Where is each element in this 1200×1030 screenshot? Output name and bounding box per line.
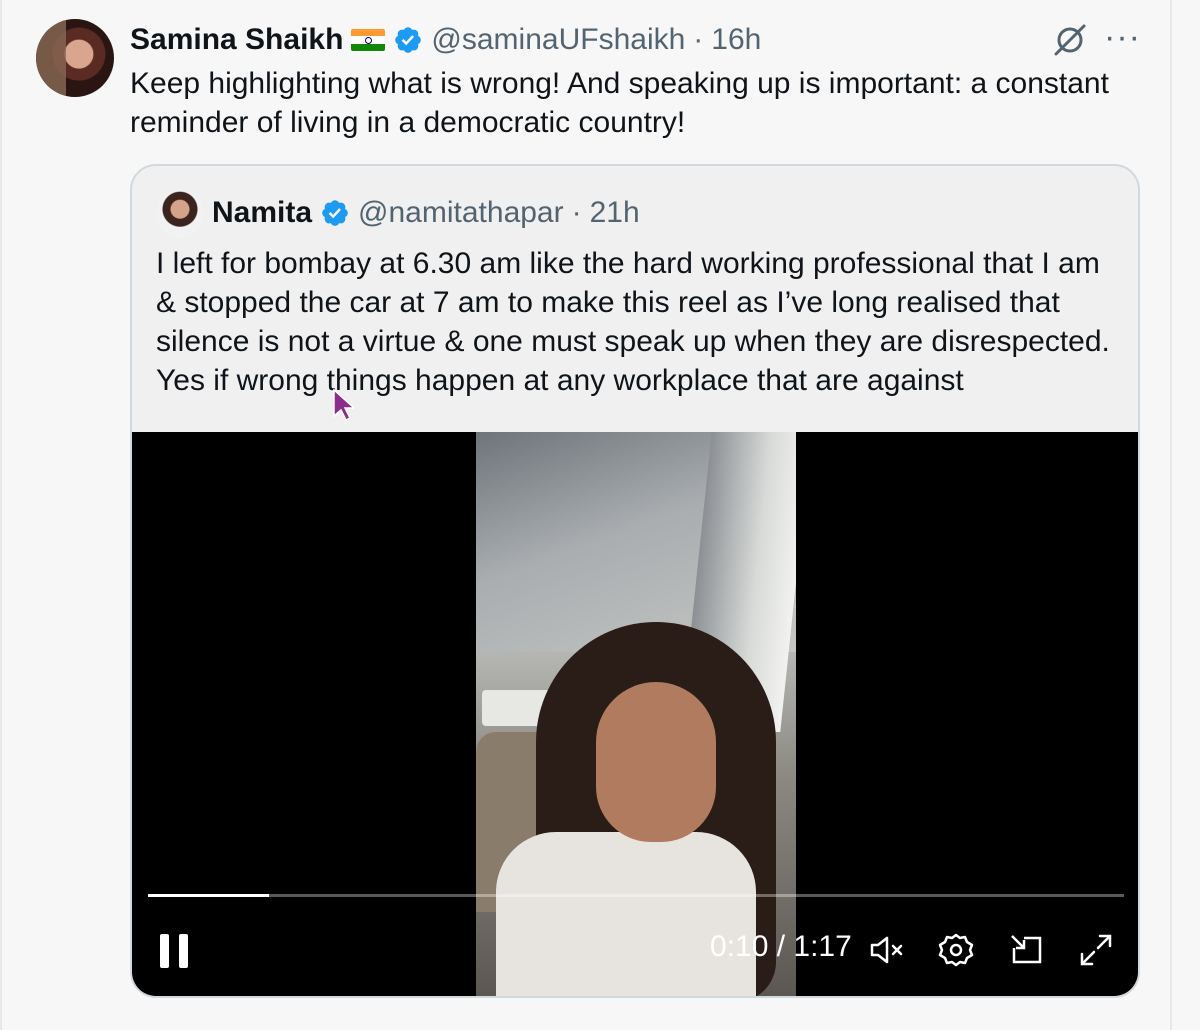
mouse-cursor-icon [333,388,354,422]
india-flag-icon [351,29,386,51]
video-time: 0:10 / 1:17 [710,930,852,964]
mute-icon[interactable] [866,930,906,970]
video-current-time: 0:10 [710,930,769,963]
video-progress-bar[interactable] [148,894,1124,897]
quoted-tweet-timestamp[interactable]: 21h [590,196,640,230]
author-avatar[interactable] [36,19,114,97]
quoted-tweet-header: Namita @namitathapar · 21h [212,192,640,234]
tweet-timestamp[interactable]: 16h [711,23,761,57]
quoted-author-handle[interactable]: @namitathapar [358,196,564,230]
video-frame [476,432,796,996]
video-controls: 0:10 / 1:17 [132,922,1138,982]
quoted-tweet-text: I left for bombay at 6.30 am like the ha… [156,247,1110,397]
fullscreen-icon[interactable] [1076,930,1116,970]
author-name[interactable]: Samina Shaikh [130,23,343,57]
action-bar-edge [130,1018,1140,1030]
picture-in-picture-icon[interactable] [1006,930,1046,970]
author-handle[interactable]: @saminaUFshaikh [431,23,685,57]
video-progress-fill [148,894,270,897]
tweet[interactable]: Samina Shaikh @saminaUFshaikh · 16h ··· … [0,0,1172,1030]
video-time-separator: / [768,930,794,963]
video-player[interactable]: 0:10 / 1:17 [132,432,1138,996]
settings-icon[interactable] [936,930,976,970]
verified-badge-icon [395,27,422,53]
tweet-header: Samina Shaikh @saminaUFshaikh · 16h [130,20,761,60]
pause-icon[interactable] [160,934,190,968]
verified-badge-icon [322,200,348,226]
video-duration: 1:17 [793,930,852,963]
separator-dot: · [571,196,582,229]
tweet-text: Keep highlighting what is wrong! And spe… [130,67,1109,139]
quoted-author-name[interactable]: Namita [212,196,312,230]
quoted-tweet[interactable]: Namita @namitathapar · 21h I left for bo… [130,164,1140,998]
grok-icon[interactable] [1050,20,1090,60]
quoted-author-avatar[interactable] [156,190,204,238]
more-icon[interactable]: ··· [1104,20,1141,54]
separator-dot: · [693,23,704,56]
